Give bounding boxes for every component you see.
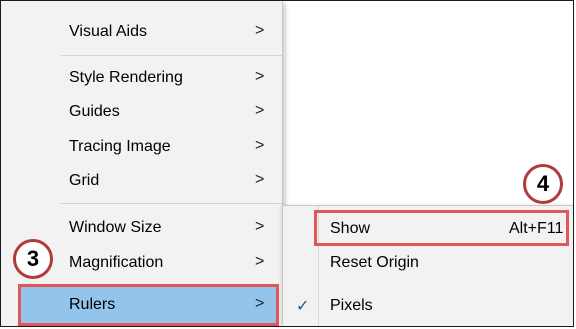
- screenshot-frame: Visual Aids > Style Rendering > Guides >…: [0, 0, 574, 327]
- step-4-badge: 4: [523, 164, 563, 204]
- menu-item-guides[interactable]: Guides >: [1, 95, 282, 129]
- submenu-arrow-icon: >: [255, 171, 265, 188]
- annotation-highlight-show: [314, 210, 569, 246]
- menu-separator: [61, 203, 282, 204]
- view-menu: Visual Aids > Style Rendering > Guides >…: [1, 1, 283, 326]
- submenu-arrow-icon: >: [255, 68, 265, 85]
- submenu-item-label: Pixels: [330, 297, 373, 314]
- menu-item-tracing-image[interactable]: Tracing Image >: [1, 130, 282, 164]
- menu-item-grid[interactable]: Grid >: [1, 164, 282, 198]
- menu-item-label: Window Size: [69, 219, 162, 236]
- step-3-badge: 3: [13, 239, 53, 279]
- menu-item-style-rendering[interactable]: Style Rendering >: [1, 61, 282, 95]
- submenu-arrow-icon: >: [255, 137, 265, 154]
- submenu-item-label: Reset Origin: [330, 254, 419, 271]
- submenu-arrow-icon: >: [255, 218, 265, 235]
- menu-item-label: Visual Aids: [69, 23, 147, 40]
- menu-item-label: Grid: [69, 172, 100, 189]
- menu-item-visual-aids[interactable]: Visual Aids >: [1, 15, 282, 49]
- menu-item-label: Magnification: [69, 254, 164, 271]
- submenu-arrow-icon: >: [255, 102, 265, 119]
- menu-separator: [61, 55, 282, 56]
- menu-item-window-size[interactable]: Window Size >: [1, 211, 282, 245]
- submenu-arrow-icon: >: [255, 253, 265, 270]
- checkmark-icon: ✓: [296, 298, 310, 315]
- menu-item-label: Guides: [69, 103, 120, 120]
- submenu-item-pixels[interactable]: ✓ Pixels: [283, 289, 573, 323]
- submenu-item-reset-origin[interactable]: Reset Origin: [283, 246, 573, 280]
- annotation-highlight-rulers: [18, 284, 279, 326]
- menu-item-label: Style Rendering: [69, 69, 183, 86]
- submenu-arrow-icon: >: [255, 22, 265, 39]
- menu-item-label: Tracing Image: [69, 138, 171, 155]
